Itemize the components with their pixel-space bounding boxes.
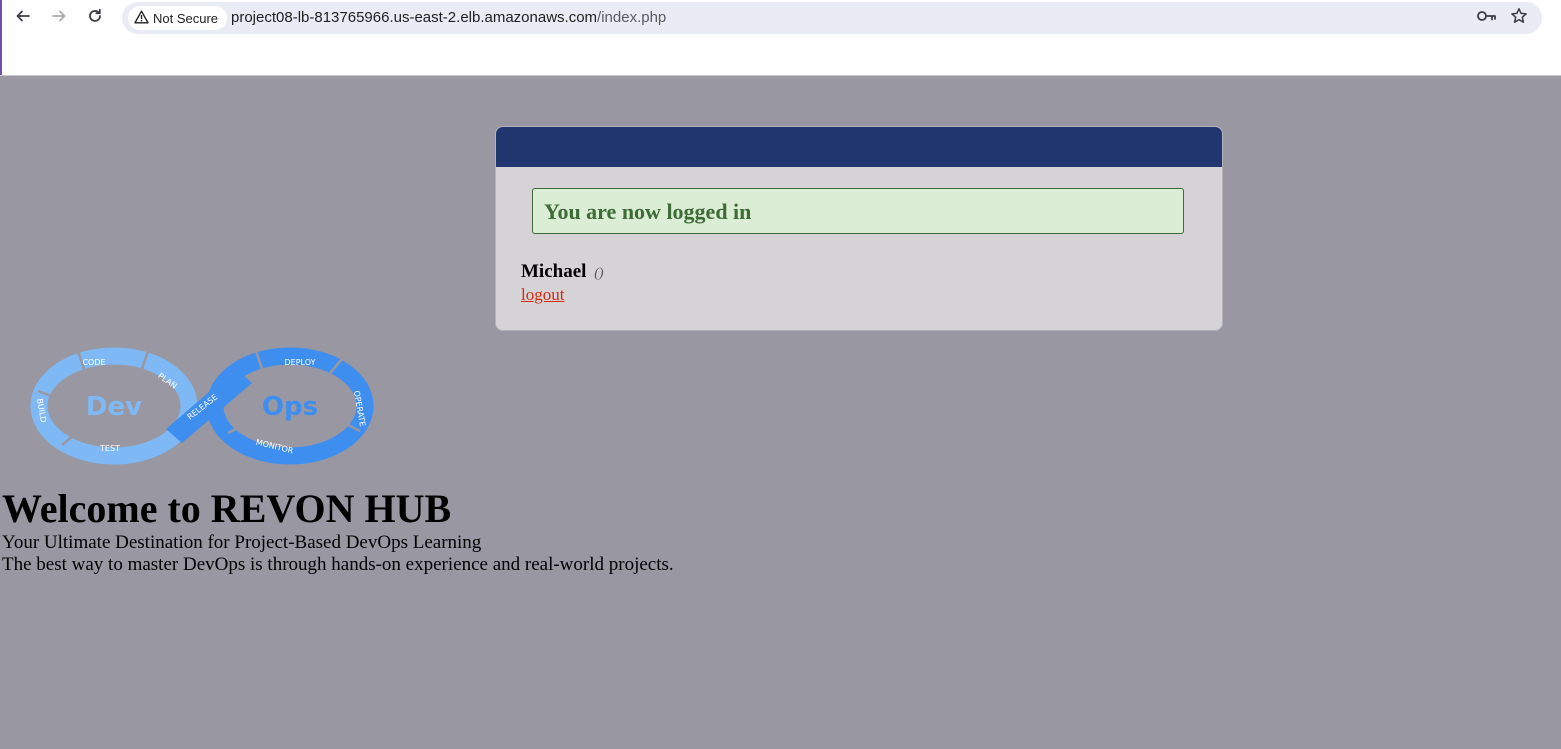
site-info-chip[interactable]: Not Secure xyxy=(128,6,228,30)
description: The best way to master DevOps is through… xyxy=(2,554,674,575)
page-title: Welcome to REVON HUB xyxy=(2,486,452,531)
card-header xyxy=(496,127,1222,167)
forward-arrow-icon xyxy=(51,8,67,29)
login-status-card: You are now logged in Michael () logout xyxy=(495,126,1223,331)
browser-toolbar: Not Secure project08-lb-813765966.us-eas… xyxy=(0,0,1561,76)
back-arrow-icon xyxy=(15,8,31,29)
logo-stage-code: CODE xyxy=(82,358,105,367)
forward-button[interactable] xyxy=(46,5,72,31)
url-text[interactable]: project08-lb-813765966.us-east-2.elb.ama… xyxy=(231,9,666,26)
key-icon xyxy=(1477,9,1497,28)
warning-icon xyxy=(134,10,149,27)
window-edge xyxy=(0,0,2,75)
address-bar[interactable]: Not Secure project08-lb-813765966.us-eas… xyxy=(122,2,1542,34)
logo-stage-test: TEST xyxy=(99,444,120,453)
reload-icon xyxy=(87,8,103,29)
logo-dev-text: Dev xyxy=(86,392,142,422)
url-path: /index.php xyxy=(597,9,667,26)
back-button[interactable] xyxy=(10,5,36,31)
tagline: Your Ultimate Destination for Project-Ba… xyxy=(2,532,482,553)
password-key-button[interactable] xyxy=(1476,7,1498,29)
bookmark-button[interactable] xyxy=(1508,7,1530,29)
logo-ops-text: Ops xyxy=(262,392,318,422)
logout-link[interactable]: logout xyxy=(521,285,564,305)
user-role: () xyxy=(594,266,604,281)
devops-logo: Dev Ops CODE PLAN BUILD TEST RELEASE DEP… xyxy=(30,347,374,465)
logo-stage-deploy: DEPLOY xyxy=(285,358,316,367)
username: Michael xyxy=(521,261,587,282)
url-host: project08-lb-813765966.us-east-2.elb.ama… xyxy=(231,9,598,26)
reload-button[interactable] xyxy=(82,5,108,31)
security-label: Not Secure xyxy=(153,10,219,26)
user-info: Michael () xyxy=(521,261,604,283)
success-message: You are now logged in xyxy=(544,199,752,224)
success-alert: You are now logged in xyxy=(532,188,1184,234)
star-icon xyxy=(1510,7,1528,30)
